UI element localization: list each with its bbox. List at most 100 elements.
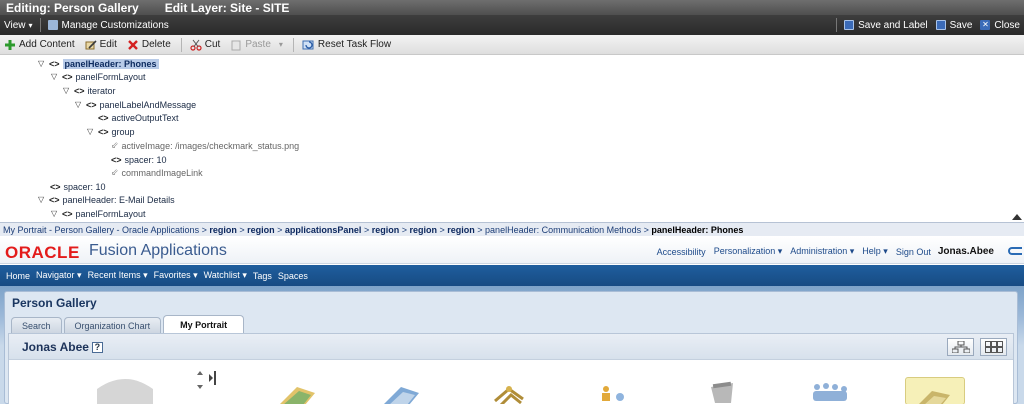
composer-menu-bar: View ▾ Manage Customizations Save and La… [0, 15, 1024, 35]
oracle-header: ORACLE Fusion Applications Accessibility… [0, 237, 1024, 264]
save-button[interactable]: Save [932, 20, 977, 31]
paste-icon [231, 39, 241, 50]
folder-icon[interactable] [381, 381, 421, 404]
tree-node[interactable]: ▽ <> panelHeader: Phones [38, 57, 159, 70]
tree-node[interactable]: <> activeOutputText [98, 111, 179, 124]
expand-toggle-icon[interactable]: ▽ [51, 209, 59, 218]
expand-toggle-icon[interactable]: ▽ [87, 127, 95, 136]
expand-toggle-icon[interactable]: ▽ [51, 72, 59, 81]
nav-tags[interactable]: Tags [253, 271, 272, 281]
tab-search[interactable]: Search [11, 317, 62, 333]
hierarchy-view-button[interactable] [947, 338, 974, 356]
help-menu[interactable]: Help ▾ [862, 246, 888, 257]
accessibility-link[interactable]: Accessibility [657, 247, 706, 257]
tree-node[interactable]: <> spacer: 10 [50, 180, 106, 193]
tree-node-label: panelLabelAndMessage [99, 99, 197, 110]
tree-node[interactable]: ⇙ activeImage: /images/checkmark_status.… [111, 139, 299, 152]
breadcrumb-item[interactable]: region [209, 225, 237, 235]
view-menu[interactable]: View ▾ [0, 20, 37, 31]
paste-button[interactable]: Paste ▾ [230, 39, 283, 51]
chevron-down-icon[interactable]: ▾ [279, 40, 283, 49]
portrait-icons-row [9, 361, 1013, 404]
close-button[interactable]: ✕ Close [976, 20, 1024, 31]
nav-favorites[interactable]: Favorites ▾ [154, 270, 198, 281]
tree-node[interactable]: ▽ <> panelFormLayout [51, 207, 146, 220]
nav-watchlist[interactable]: Watchlist ▾ [204, 270, 247, 281]
global-nav-bar: Home Navigator ▾ Recent Items ▾ Favorite… [0, 265, 1024, 286]
disabled-tag-icon: ⇙ [111, 167, 119, 177]
scroll-up-arrow-icon[interactable] [1010, 214, 1024, 220]
tab-my-portrait[interactable]: My Portrait [163, 315, 245, 333]
tree-node[interactable]: ▽ <> iterator [63, 84, 116, 97]
delete-button[interactable]: Delete [127, 39, 171, 51]
portrait-region: Jonas Abee ? [8, 333, 1014, 404]
person-name-label: Jonas Abee [22, 340, 89, 354]
documents-icon[interactable] [275, 381, 317, 404]
expand-toggle-icon[interactable]: ▽ [38, 59, 46, 68]
tag-icon: <> [62, 71, 73, 82]
person-header: Jonas Abee ? [9, 334, 1013, 360]
nav-navigator[interactable]: Navigator ▾ [36, 270, 82, 281]
manage-customizations-label: Manage Customizations [61, 19, 169, 31]
tree-node-label: iterator [87, 85, 116, 96]
expand-toggle-icon[interactable]: ▽ [38, 195, 46, 204]
reset-task-flow-button[interactable]: Reset Task Flow [302, 39, 391, 51]
administration-menu[interactable]: Administration ▾ [790, 246, 854, 257]
tab-bar: Search Organization Chart My Portrait [11, 315, 246, 333]
save-icon [935, 20, 946, 30]
network-icon[interactable] [489, 381, 529, 404]
trash-icon[interactable] [707, 379, 737, 403]
breadcrumb-item[interactable]: region [247, 225, 275, 235]
cut-icon [190, 39, 202, 51]
grid-view-button[interactable] [980, 338, 1007, 356]
global-links: Accessibility Personalization ▾ Administ… [649, 246, 994, 257]
main-content: Person Gallery Search Organization Chart… [0, 286, 1024, 404]
help-icon[interactable]: ? [91, 341, 103, 353]
delete-label: Delete [141, 39, 171, 50]
tree-node-label: activeImage: /images/checkmark_status.pn… [121, 140, 300, 151]
breadcrumb-item[interactable]: region [372, 225, 400, 235]
breadcrumb-item[interactable]: My Portrait - Person Gallery - Oracle Ap… [3, 225, 199, 235]
breadcrumb-item[interactable]: applicationsPanel [285, 225, 362, 235]
tree-node[interactable]: ▽ <> group [87, 125, 135, 138]
breadcrumb-item[interactable]: panelHeader: Communication Methods [485, 225, 641, 235]
view-switcher [941, 338, 1007, 356]
breadcrumb-item[interactable]: region [447, 225, 475, 235]
tree-node[interactable]: ▽ <> panelFormLayout [51, 70, 146, 83]
expand-toggle-icon[interactable]: ▽ [75, 100, 83, 109]
tree-node[interactable]: <> spacer: 10 [111, 153, 167, 166]
save-and-label-button[interactable]: Save and Label [840, 20, 932, 31]
nav-spaces[interactable]: Spaces [278, 271, 308, 281]
edit-button[interactable]: Edit [85, 39, 117, 51]
tree-node[interactable]: ⇙ commandImageLink [111, 166, 203, 179]
sign-out-link[interactable]: Sign Out [896, 247, 931, 257]
spinner-arrows-icon[interactable] [195, 369, 205, 391]
person-gallery-panel: Person Gallery Search Organization Chart… [4, 291, 1018, 404]
delete-icon [127, 39, 138, 50]
breadcrumb-item[interactable]: region [409, 225, 437, 235]
reset-task-flow-label: Reset Task Flow [317, 39, 392, 50]
tag-icon: <> [98, 112, 109, 123]
breadcrumb: My Portrait - Person Gallery - Oracle Ap… [0, 222, 1024, 236]
breadcrumb-current: panelHeader: Phones [651, 224, 744, 235]
tree-node[interactable]: ▽ <> panelHeader: E-Mail Details [38, 193, 175, 206]
tree-node-label: panelFormLayout [75, 71, 146, 82]
expand-toggle-icon[interactable]: ▽ [63, 86, 71, 95]
editing-title: Editing: Person Gallery [6, 0, 139, 15]
add-content-label: Add Content [19, 39, 75, 50]
group-people-icon[interactable] [809, 381, 851, 403]
cut-button[interactable]: Cut [190, 39, 220, 51]
person-contact-icon[interactable] [599, 383, 629, 403]
tree-node-label: spacer: 10 [124, 154, 167, 165]
personalization-menu[interactable]: Personalization ▾ [714, 246, 783, 257]
close-icon: ✕ [980, 20, 991, 30]
nav-recent-items[interactable]: Recent Items ▾ [88, 270, 148, 281]
highlighted-tile[interactable] [905, 377, 965, 404]
nav-home[interactable]: Home [6, 271, 30, 281]
tree-node-label: activeOutputText [111, 112, 179, 123]
tab-organization-chart[interactable]: Organization Chart [63, 317, 162, 333]
manage-customizations-button[interactable]: Manage Customizations [44, 20, 173, 31]
collapse-handle-icon[interactable] [209, 371, 217, 385]
tree-node[interactable]: ▽ <> panelLabelAndMessage [75, 98, 196, 111]
add-content-button[interactable]: Add Content [4, 39, 75, 51]
